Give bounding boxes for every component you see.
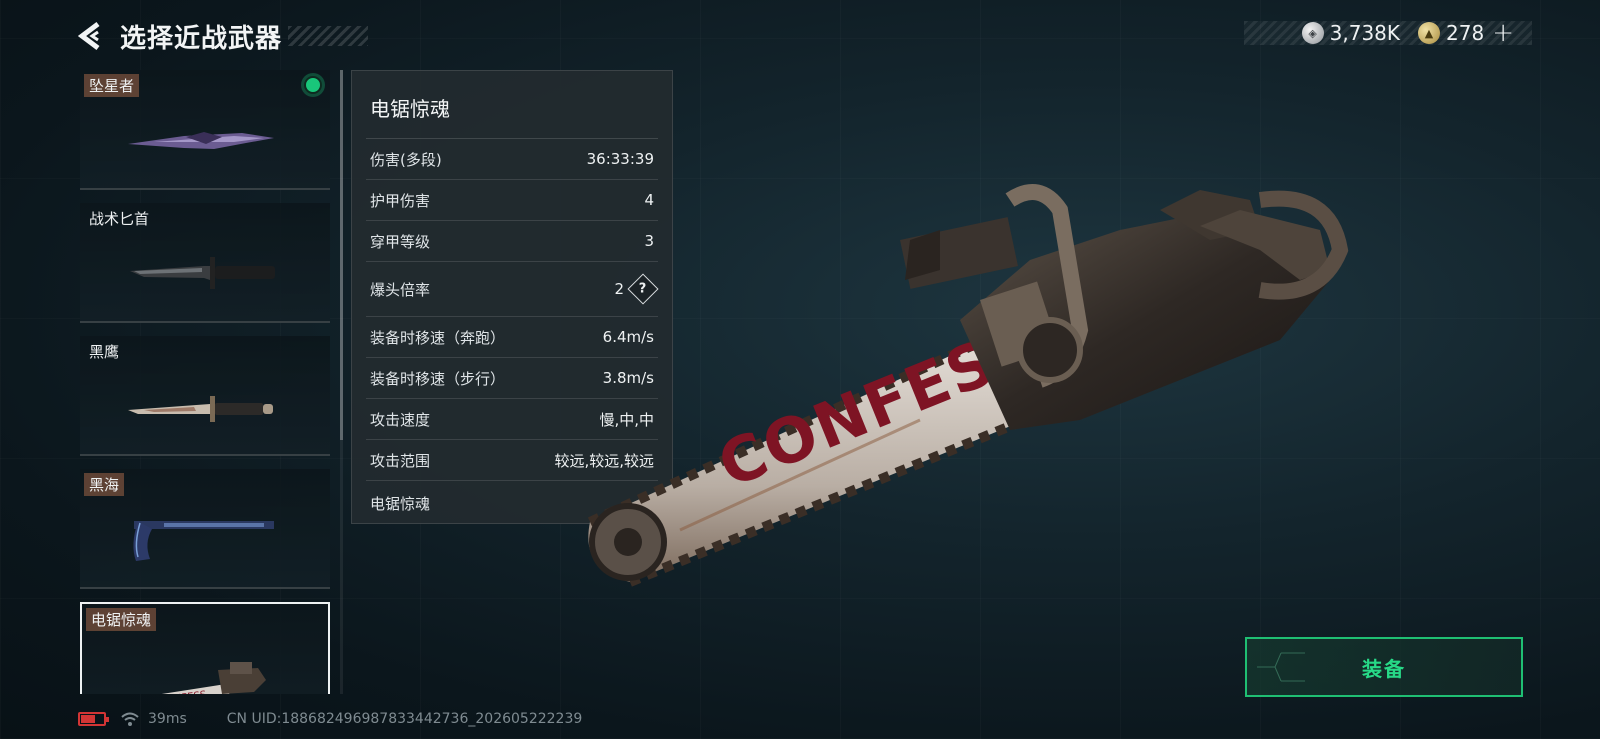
wifi-icon — [121, 712, 139, 726]
equip-button[interactable]: 装备 — [1245, 637, 1523, 697]
currency-bar: ◈ 3,738K ▲ 278 + — [1244, 20, 1532, 46]
weapon-name: 战术匕首 — [89, 210, 150, 228]
silver-currency[interactable]: ◈ 3,738K — [1301, 21, 1401, 45]
weapon-card-3[interactable]: 黑海 — [80, 469, 330, 589]
chainsaw-icon: CONFESS — [159, 662, 266, 694]
black-hawk-knife-icon — [128, 396, 273, 422]
page-header: 选择近战武器 — [76, 18, 369, 54]
weapon-card-2[interactable]: 黑鹰 — [80, 336, 330, 456]
page-title: 选择近战武器 — [120, 23, 283, 54]
back-button[interactable] — [76, 19, 106, 53]
gold-coin-icon: ▲ — [1418, 22, 1441, 44]
stat-label: 攻击范围 — [370, 451, 431, 470]
weapon-list-scrollbar[interactable] — [340, 70, 343, 694]
scrollbar-thumb[interactable] — [340, 70, 343, 440]
equipped-indicator-icon — [304, 76, 322, 94]
starfall-knife-icon — [128, 132, 274, 149]
stat-label: 装备时移速（步行） — [370, 369, 506, 388]
weapon-name: 黑鹰 — [89, 343, 120, 361]
silver-amount: 3,738K — [1329, 21, 1401, 45]
back-arrow-icon — [78, 22, 100, 50]
user-uid: CN UID:1886824969878334427​36_2026052222… — [226, 711, 583, 727]
weapon-name: 黑海 — [84, 473, 125, 496]
status-bar: 39ms CN UID:1886824969878334427​36_20260… — [78, 709, 582, 729]
weapon-card-1[interactable]: 战术匕首 — [80, 203, 330, 323]
black-sea-axe-icon — [133, 521, 274, 561]
silver-coin-icon: ◈ — [1301, 22, 1324, 44]
tactical-dagger-icon — [130, 257, 275, 289]
weapon-list[interactable]: 坠星者 战术匕首 黑鹰 黑海 电锯惊魂 — [80, 70, 332, 694]
weapon-name: 电锯惊魂 — [86, 608, 157, 631]
add-currency-icon[interactable]: + — [1492, 20, 1514, 46]
button-decoration-icon — [1257, 652, 1305, 682]
weapon-card-4[interactable]: 电锯惊魂 CONFESS — [80, 602, 330, 694]
stat-label: 伤害(多段) — [370, 150, 442, 169]
stats-title: 电锯惊魂 — [366, 71, 658, 139]
title-decoration — [288, 26, 369, 46]
weapon-card-0[interactable]: 坠星者 — [80, 70, 330, 190]
battery-low-icon — [78, 712, 109, 726]
stat-label: 装备时移速（奔跑） — [370, 328, 506, 347]
stat-label: 攻击速度 — [370, 410, 431, 429]
stat-label: 穿甲等级 — [370, 232, 431, 251]
weapon-name: 坠星者 — [84, 74, 140, 97]
equip-label: 装备 — [1362, 656, 1406, 681]
chainsaw-weapon-render[interactable]: CONFESS — [560, 170, 1360, 610]
stat-label: 爆头倍率 — [370, 280, 431, 299]
ping-value: 39ms — [148, 711, 187, 727]
gold-currency[interactable]: ▲ 278 + — [1418, 20, 1514, 46]
stat-label: 护甲伤害 — [370, 191, 431, 210]
gold-amount: 278 — [1446, 21, 1485, 45]
stat-value: 36:33:39 — [586, 150, 654, 168]
